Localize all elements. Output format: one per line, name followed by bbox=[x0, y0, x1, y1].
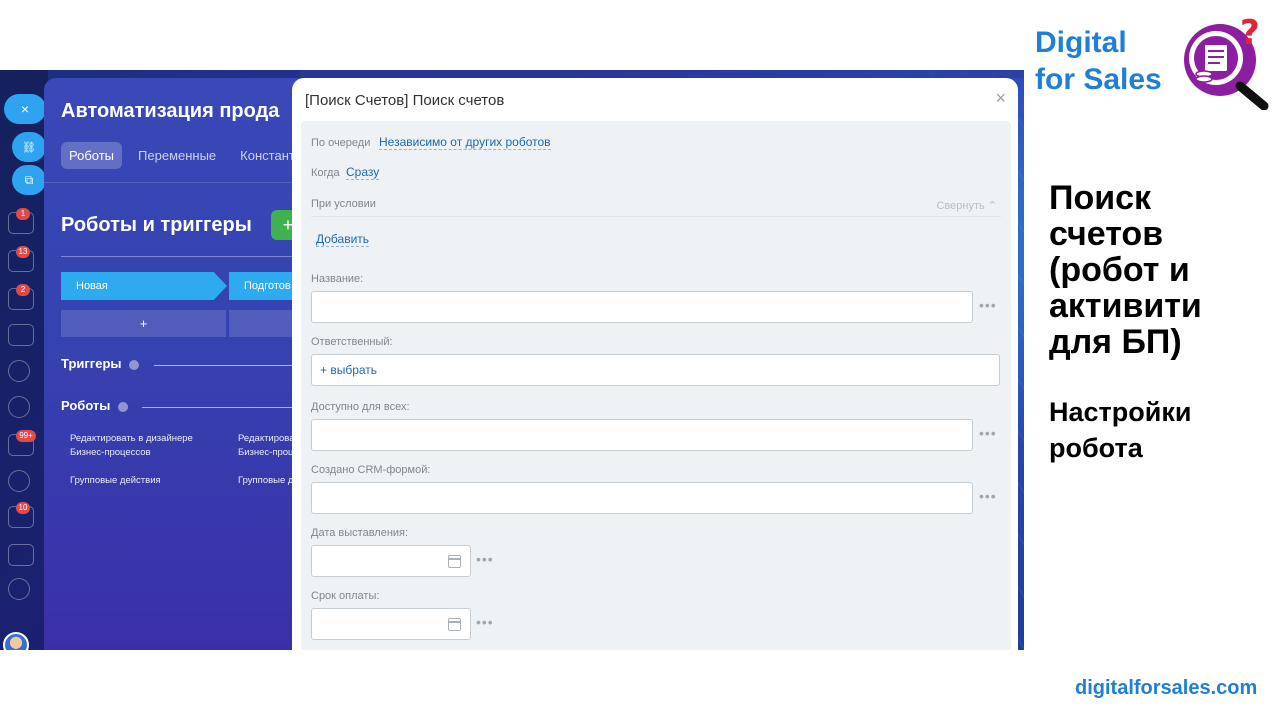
group-actions-link[interactable]: Групповые д bbox=[238, 474, 293, 488]
close-icon[interactable]: × bbox=[995, 88, 1006, 109]
queue-label: По очереди bbox=[311, 137, 371, 149]
more-icon[interactable]: ••• bbox=[979, 297, 997, 313]
circle-icon[interactable] bbox=[8, 396, 30, 418]
triggers-title: Триггеры bbox=[61, 356, 140, 371]
more-icon[interactable]: ••• bbox=[476, 551, 494, 567]
queue-selector[interactable]: Независимо от других роботов bbox=[379, 135, 551, 150]
more-icon[interactable]: ••• bbox=[979, 488, 997, 504]
divider bbox=[311, 216, 1001, 217]
group-actions-link[interactable]: Групповые действия bbox=[70, 474, 161, 488]
section-title: Роботы и триггеры bbox=[61, 214, 252, 236]
edit-in-designer-link[interactable]: Редактирова Бизнес-проц bbox=[238, 432, 295, 460]
field-label: Создано CRM-формой: bbox=[311, 464, 431, 476]
divider bbox=[61, 256, 304, 257]
robot-settings-modal: [Поиск Счетов] Поиск счетов × По очереди… bbox=[292, 78, 1018, 650]
divider bbox=[142, 407, 304, 408]
calendar-icon[interactable] bbox=[448, 618, 461, 631]
avatar[interactable] bbox=[3, 632, 29, 650]
notification-badge: 1 bbox=[16, 208, 30, 220]
field-label: Доступно для всех: bbox=[311, 401, 410, 413]
settings-icon[interactable] bbox=[8, 578, 30, 600]
link-icon: ⛓ bbox=[22, 141, 36, 154]
modal-title: [Поиск Счетов] Поиск счетов bbox=[305, 92, 505, 109]
tab-variables[interactable]: Переменные bbox=[130, 142, 224, 169]
tab-robots[interactable]: Роботы bbox=[61, 142, 123, 169]
help-icon[interactable] bbox=[129, 359, 140, 370]
close-pill-button[interactable]: × bbox=[4, 94, 46, 124]
responsible-field[interactable]: + выбрать bbox=[311, 354, 1000, 386]
created-by-crm-form-field[interactable] bbox=[311, 482, 973, 514]
issue-date-field[interactable] bbox=[311, 545, 471, 577]
modal-body: По очереди Независимо от других роботов … bbox=[301, 121, 1011, 650]
link-pill-button[interactable]: ⛓ bbox=[12, 132, 46, 162]
slide: × ⛓ ⧉ 1 13 2 99+ 10 Автоматизация прода bbox=[0, 0, 1280, 720]
svg-text:?: ? bbox=[1240, 14, 1260, 53]
automation-panel: Автоматизация прода Роботы Переменные Ко… bbox=[44, 78, 319, 650]
open-external-pill-button[interactable]: ⧉ bbox=[12, 165, 46, 195]
field-label: Срок оплаты: bbox=[311, 590, 380, 602]
app-screenshot: × ⛓ ⧉ 1 13 2 99+ 10 Автоматизация прода bbox=[0, 70, 1024, 650]
condition-label: При условии bbox=[311, 198, 376, 210]
panel-title: Автоматизация прода bbox=[61, 100, 280, 122]
name-field[interactable] bbox=[311, 291, 973, 323]
top-strip bbox=[300, 70, 1024, 78]
open-external-icon: ⧉ bbox=[24, 172, 34, 187]
more-icon[interactable]: ••• bbox=[979, 425, 997, 441]
invoice-search-logo-icon: ? bbox=[1184, 14, 1269, 110]
field-label: Ответственный: bbox=[311, 336, 393, 348]
drive-icon[interactable] bbox=[8, 544, 34, 566]
field-label: Название: bbox=[311, 273, 364, 285]
close-icon: × bbox=[20, 101, 30, 117]
divider bbox=[44, 182, 304, 183]
collapse-toggle[interactable]: Свернуть ⌃ bbox=[936, 199, 997, 212]
select-user-link[interactable]: + выбрать bbox=[320, 363, 377, 377]
notification-badge: 10 bbox=[16, 502, 30, 514]
edit-in-designer-link[interactable]: Редактировать в дизайнере Бизнес-процессо… bbox=[70, 432, 193, 460]
robots-title: Роботы bbox=[61, 398, 129, 413]
when-label: Когда bbox=[311, 167, 340, 179]
help-icon[interactable] bbox=[118, 401, 129, 412]
circle-icon[interactable] bbox=[8, 360, 30, 382]
when-selector[interactable]: Сразу bbox=[346, 165, 380, 180]
slide-subheading: Настройки робота bbox=[1049, 397, 1192, 463]
field-label: Дата выставления: bbox=[311, 527, 409, 539]
slide-heading: Поиск счетов (робот и активити для БП) bbox=[1049, 179, 1202, 361]
tab-bar: Роботы Переменные Констант bbox=[61, 142, 303, 169]
calendar-icon[interactable] bbox=[448, 555, 461, 568]
chat-icon[interactable] bbox=[8, 324, 34, 346]
website-link[interactable]: digitalforsales.com bbox=[1075, 677, 1257, 700]
notification-badge: 99+ bbox=[16, 430, 36, 442]
add-robot-button[interactable]: + bbox=[61, 310, 226, 337]
more-icon[interactable]: ••• bbox=[476, 614, 494, 630]
available-for-all-field[interactable] bbox=[311, 419, 973, 451]
stage-new[interactable]: Новая bbox=[61, 272, 227, 300]
notification-badge: 2 bbox=[16, 284, 30, 296]
due-date-field[interactable] bbox=[311, 608, 471, 640]
divider bbox=[154, 365, 304, 366]
notification-badge: 13 bbox=[16, 246, 30, 258]
brand-name: Digital for Sales bbox=[1035, 26, 1162, 96]
crm-icon[interactable] bbox=[8, 470, 30, 492]
add-condition-link[interactable]: Добавить bbox=[316, 232, 370, 247]
left-navigation: × ⛓ ⧉ 1 13 2 99+ 10 bbox=[0, 70, 48, 650]
